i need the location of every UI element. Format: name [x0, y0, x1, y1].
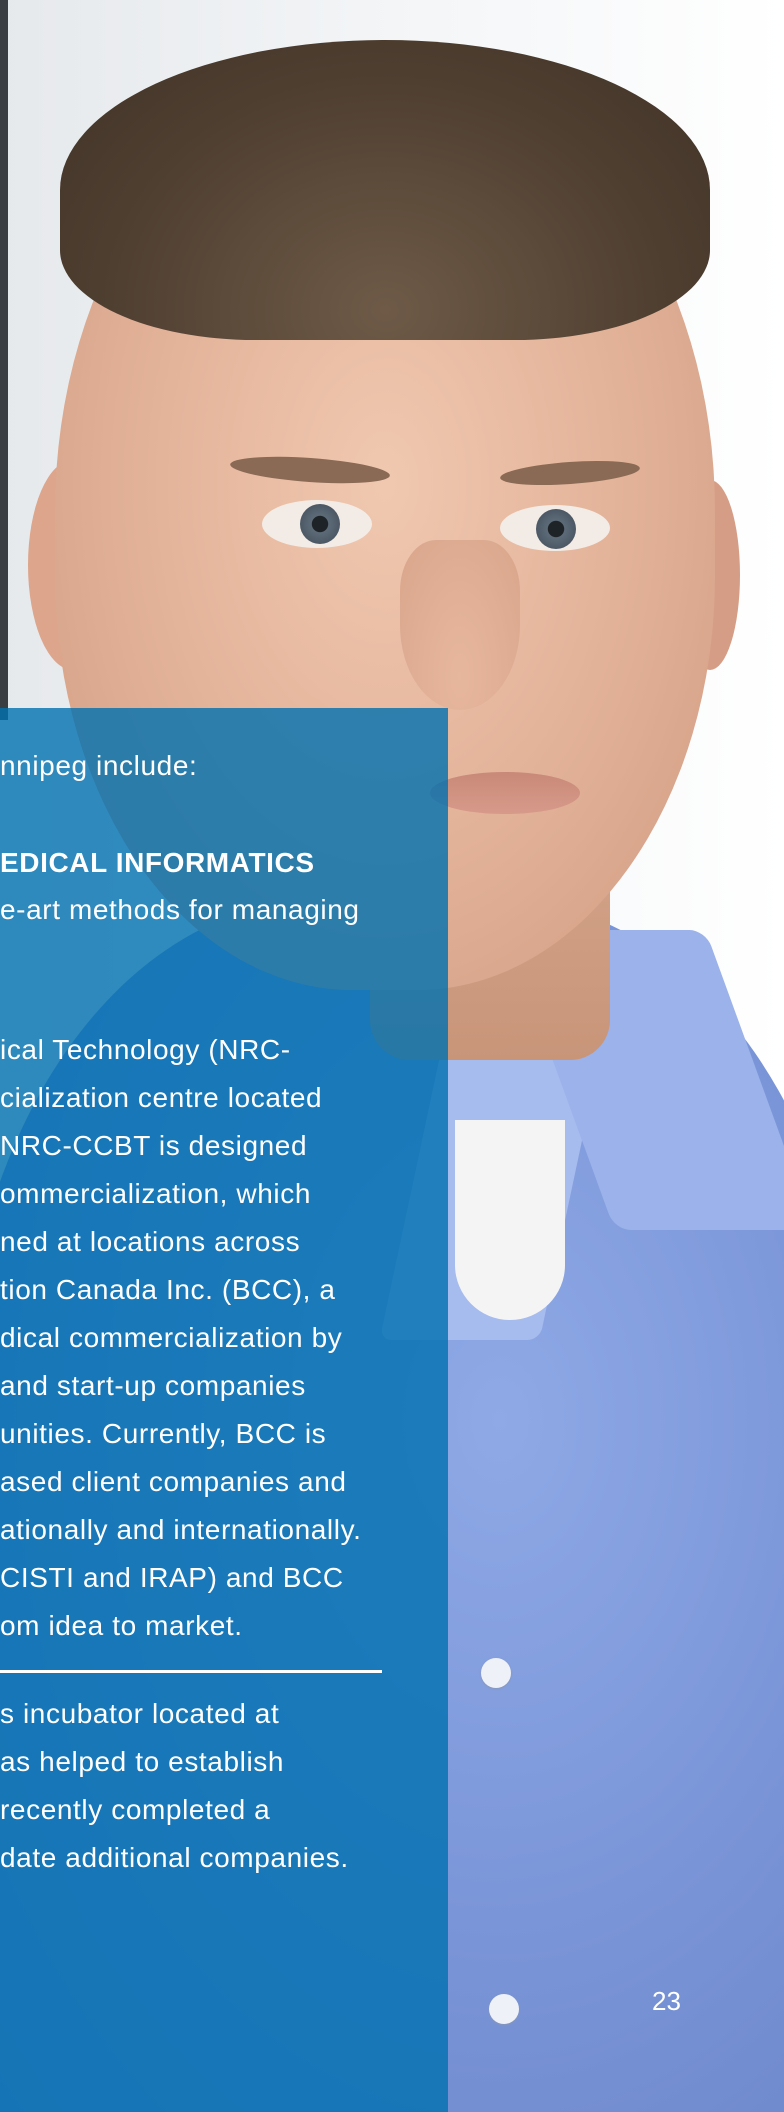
- paragraph-line: NRC-CCBT is designed: [0, 1130, 308, 1161]
- paragraph-line: recently completed a: [0, 1794, 271, 1825]
- nose: [400, 540, 520, 710]
- paragraph-line: e-art methods for managing: [0, 894, 360, 925]
- paragraph-line: cialization centre located: [0, 1082, 323, 1113]
- paragraph-line: ical Technology (NRC-: [0, 1034, 291, 1065]
- undershirt: [455, 1120, 565, 1320]
- paragraph-line: om idea to market.: [0, 1610, 243, 1641]
- shirt-button: [489, 1994, 519, 2024]
- paragraph-line: and start-up companies: [0, 1370, 306, 1401]
- eye-right: [500, 505, 610, 551]
- text-panel: nnipeg include: EDICAL INFORMATICS e-art…: [0, 708, 448, 2112]
- paragraph-line: dical commercialization by: [0, 1322, 343, 1353]
- paragraph-line: s incubator located at: [0, 1698, 280, 1729]
- photo-edge-strip: [0, 0, 8, 720]
- section-divider: [0, 1670, 382, 1673]
- page-number: 23: [652, 1986, 681, 2016]
- paragraph-line: ned at locations across: [0, 1226, 301, 1257]
- section-heading: EDICAL INFORMATICS: [0, 847, 315, 878]
- paragraph-line: CISTI and IRAP) and BCC: [0, 1562, 344, 1593]
- paragraph-line: date additional companies.: [0, 1842, 349, 1873]
- paragraph-line: ationally and internationally.: [0, 1514, 362, 1545]
- paragraph-line: ased client companies and: [0, 1466, 347, 1497]
- paragraph-line: as helped to establish: [0, 1746, 285, 1777]
- paragraph-line: tion Canada Inc. (BCC), a: [0, 1274, 336, 1305]
- eye-left: [262, 500, 372, 548]
- intro-line: nnipeg include:: [0, 750, 198, 781]
- mouth: [430, 772, 580, 814]
- shirt-button: [481, 1658, 511, 1688]
- hair: [60, 40, 710, 340]
- paragraph-line: unities. Currently, BCC is: [0, 1418, 327, 1449]
- paragraph-line: ommercialization, which: [0, 1178, 312, 1209]
